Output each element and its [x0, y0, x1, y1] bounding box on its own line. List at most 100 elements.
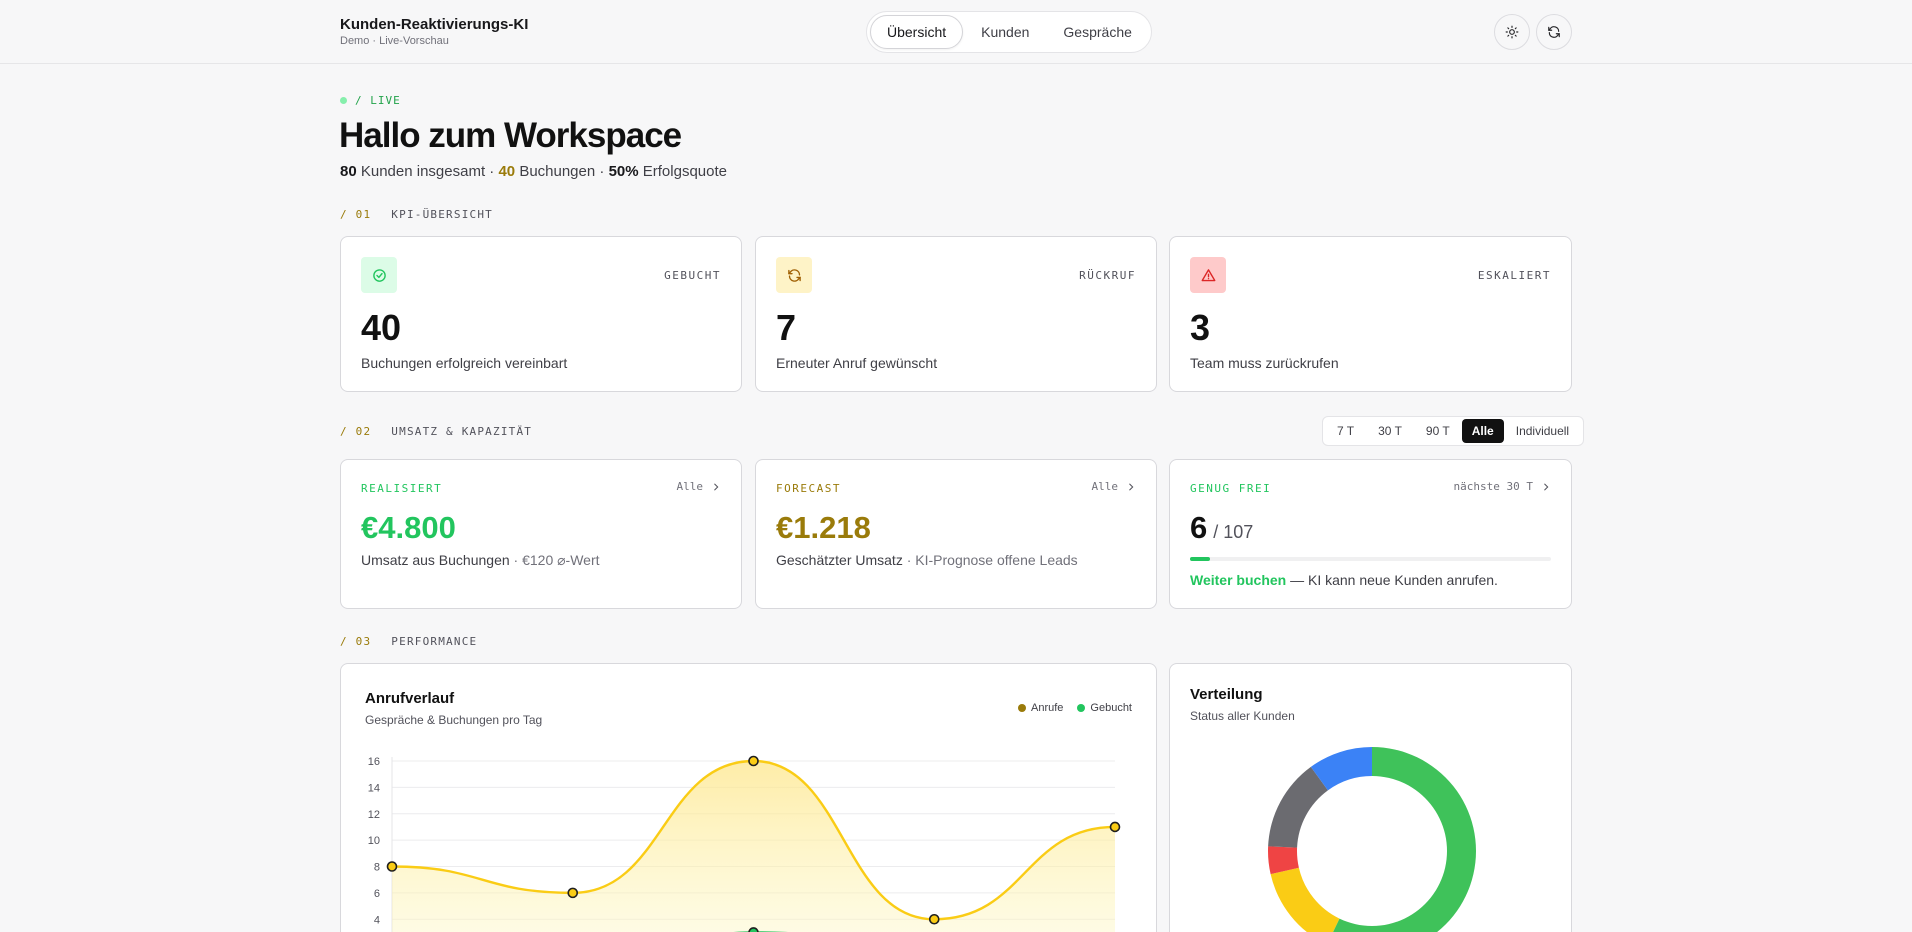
alert-triangle-icon: [1201, 268, 1215, 281]
series-anrufe-point: [567, 887, 579, 899]
revenue-value: €4.800: [361, 510, 456, 545]
range-all[interactable]: Alle: [1461, 419, 1504, 443]
revenue-filter-link[interactable]: Alle: [677, 480, 722, 493]
section-performance-heading: / 03 PERFORMANCE: [340, 635, 477, 648]
summary-line: 80 Kunden insgesamt · 40 Buchungen · 50%…: [340, 163, 727, 180]
kpi-card-gebucht: GEBUCHT 40 Buchungen erfolgreich vereinb…: [340, 236, 742, 392]
range-7-days[interactable]: 7 T: [1325, 419, 1366, 443]
series-anrufe-area: [392, 761, 1115, 932]
live-indicator: / LIVE: [340, 94, 401, 107]
tab-kunden[interactable]: Kunden: [965, 15, 1045, 49]
revenue-label: FORECAST: [776, 482, 841, 495]
kpi-card-eskaliert: ESKALIERT 3 Team muss zurückrufen: [1169, 236, 1572, 392]
revenue-card-forecast: FORECAST Alle €1.218 Geschätzter Umsatz …: [755, 459, 1157, 609]
sun-icon: [1505, 25, 1519, 39]
kpi-value: 40: [361, 307, 402, 348]
capacity-value: 6: [1190, 510, 1208, 545]
capacity-label: GENUG FREI: [1190, 482, 1272, 495]
bookings-text: Buchungen: [519, 163, 596, 180]
capacity-bar-fill: [1190, 557, 1211, 561]
donut-segment-sonstige: [1268, 766, 1328, 848]
check-circle-icon: [372, 268, 386, 282]
live-label: / LIVE: [355, 94, 401, 107]
capacity-filter-link[interactable]: nächste 30 T: [1454, 480, 1551, 493]
kpi-value: 3: [1190, 307, 1211, 348]
kpi-label: ESKALIERT: [1477, 269, 1551, 282]
range-custom[interactable]: Individuell: [1504, 419, 1581, 443]
filter-label: Alle: [676, 480, 704, 493]
call-history-card: Anrufverlauf Gespräche & Buchungen pro T…: [340, 663, 1157, 932]
time-range-selector: 7 T 30 T 90 T Alle Individuell: [1322, 416, 1585, 446]
section-label: PERFORMANCE: [391, 635, 478, 648]
range-30-days[interactable]: 30 T: [1366, 419, 1414, 443]
app-subtitle: Demo · Live-Vorschau: [340, 35, 449, 47]
y-tick-label: 14: [368, 782, 380, 794]
donut-segment-offen: [1270, 867, 1340, 932]
section-number: / 03: [340, 635, 372, 648]
chevron-right-icon: [714, 483, 719, 490]
capacity-card: GENUG FREI nächste 30 T 6 / 107 Weiter b…: [1169, 459, 1572, 609]
range-90-days[interactable]: 90 T: [1414, 419, 1462, 443]
bookings-count: 40: [498, 163, 516, 180]
revenue-card-realized: REALISIERT Alle €4.800 Umsatz aus Buchun…: [340, 459, 742, 609]
section-label: KPI-ÜBERSICHT: [391, 208, 493, 221]
y-tick-label: 4: [374, 914, 380, 926]
app-header: Kunden-Reaktivierungs-KI Demo · Live-Vor…: [0, 0, 1912, 64]
kpi-value: 7: [776, 307, 797, 348]
distribution-card: Verteilung Status aller Kunden: [1169, 663, 1572, 932]
section-label: UMSATZ & KAPAZITÄT: [391, 425, 533, 438]
y-tick-label: 12: [368, 809, 380, 821]
filter-label: nächste 30 T: [1453, 480, 1533, 493]
capacity-total: / 107: [1213, 522, 1254, 542]
refresh-icon: [1548, 26, 1560, 38]
kpi-icon-box: [1190, 257, 1226, 293]
desc-extra: · €120 ⌀-Wert: [513, 552, 600, 568]
theme-toggle-button[interactable]: [1494, 14, 1530, 50]
desc-main: — KI kann neue Kunden anrufen.: [1290, 572, 1498, 588]
filter-label: Alle: [1091, 480, 1119, 493]
y-tick-label: 10: [368, 835, 380, 847]
kpi-card-rueckruf: RÜCKRUF 7 Erneuter Anruf gewünscht: [755, 236, 1157, 392]
series-anrufe-point: [928, 913, 940, 925]
kpi-description: Erneuter Anruf gewünscht: [776, 355, 938, 371]
desc-main: Umsatz aus Buchungen: [361, 552, 510, 568]
main-nav: Übersicht Kunden Gespräche: [866, 11, 1152, 53]
page-title: Hallo zum Workspace: [339, 116, 682, 155]
y-tick-label: 8: [374, 862, 380, 874]
section-revenue-heading: / 02 UMSATZ & KAPAZITÄT: [340, 425, 532, 438]
y-tick-label: 6: [374, 888, 380, 900]
section-kpi-heading: / 01 KPI-ÜBERSICHT: [340, 208, 493, 221]
call-line-chart: 246810121416: [368, 755, 1121, 932]
series-anrufe-point: [1109, 821, 1121, 833]
separator: ·: [489, 163, 495, 180]
app-title: Kunden-Reaktivierungs-KI: [340, 16, 529, 33]
chevron-right-icon: [1129, 483, 1134, 490]
separator: ·: [599, 163, 605, 180]
customers-count: 80: [340, 163, 357, 180]
capacity-bar: [1190, 557, 1551, 561]
desc-extra: · KI-Prognose offene Leads: [906, 552, 1078, 568]
tab-gespraeche[interactable]: Gespräche: [1047, 15, 1147, 49]
revenue-description: Umsatz aus Buchungen · €120 ⌀-Wert: [361, 552, 600, 569]
kpi-icon-box: [776, 257, 812, 293]
chevron-right-icon: [1544, 483, 1549, 490]
status-donut-chart: [1268, 747, 1476, 932]
continue-booking-link[interactable]: Weiter buchen: [1190, 572, 1286, 588]
series-gebucht-point: [748, 927, 759, 932]
refresh-icon: [787, 268, 801, 282]
kpi-label: GEBUCHT: [664, 269, 721, 282]
capacity-value-row: 6 / 107: [1190, 510, 1253, 546]
rate-value: 50%: [608, 163, 639, 180]
desc-main: Geschätzter Umsatz: [776, 552, 903, 568]
y-tick-label: 16: [368, 756, 380, 768]
section-number: / 02: [340, 425, 372, 438]
section-number: / 01: [340, 208, 372, 221]
kpi-label: RÜCKRUF: [1079, 269, 1136, 282]
forecast-value: €1.218: [776, 510, 871, 545]
live-dot: [340, 97, 347, 104]
tab-uebersicht[interactable]: Übersicht: [870, 15, 964, 49]
customers-text: Kunden insgesamt: [360, 163, 486, 180]
forecast-filter-link[interactable]: Alle: [1092, 480, 1137, 493]
refresh-button[interactable]: [1536, 14, 1572, 50]
revenue-label: REALISIERT: [361, 482, 443, 495]
